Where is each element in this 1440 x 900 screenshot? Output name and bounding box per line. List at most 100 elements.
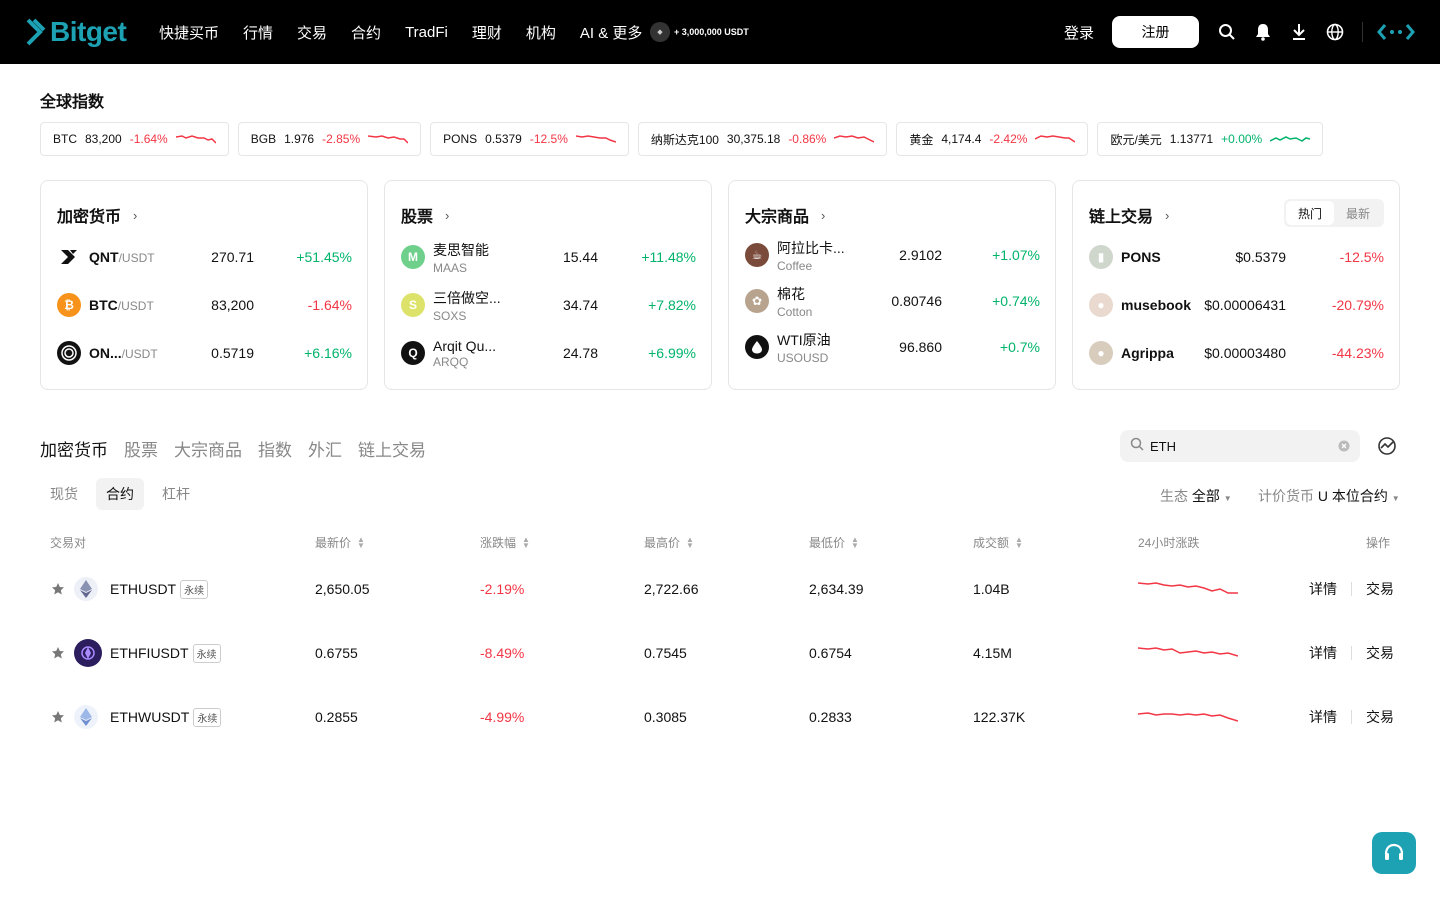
star-icon[interactable] (51, 685, 65, 749)
table-row[interactable]: ETHUSDT 永续 2,650.05 -2.19% 2,722.66 2,634… (40, 557, 1400, 621)
bitget-logo-icon (26, 18, 46, 46)
card-title[interactable]: 链上交易 › (1089, 203, 1169, 227)
trade-link[interactable]: 交易 (1366, 579, 1394, 599)
card-title[interactable]: 股票 › (401, 203, 449, 227)
search-input[interactable] (1150, 438, 1330, 454)
customer-support-button[interactable] (1372, 832, 1416, 874)
high: 2,722.66 (644, 581, 699, 597)
chart-mode-icon[interactable] (1377, 436, 1397, 461)
col-low[interactable]: 最低价 ▲ ▼ (809, 534, 859, 551)
ecosystem-filter[interactable]: 生态 全部 ▼ (1160, 486, 1232, 506)
list-item[interactable]: ON.../USDT 0.5719 +6.16% (57, 335, 352, 371)
list-item[interactable]: Q Arqit Qu... ARQQ 24.78 +6.99% (401, 335, 696, 371)
sort-icon: ▲ ▼ (851, 534, 859, 550)
list-item[interactable]: ● Agrippa $0.00003480 -44.23% (1089, 335, 1384, 371)
col-high[interactable]: 最高价 ▲ ▼ (644, 534, 694, 551)
sort-icon: ▲ ▼ (522, 534, 530, 550)
subtab-futures[interactable]: 合约 (96, 478, 144, 510)
nav-item-markets[interactable]: 行情 (243, 22, 273, 43)
clear-icon[interactable] (1338, 439, 1350, 457)
ondo-icon (57, 341, 81, 365)
trade-link[interactable]: 交易 (1366, 707, 1394, 727)
index-chip-nasdaq100[interactable]: 纳斯达克100 30,375.18 -0.86% (637, 122, 888, 156)
detail-link[interactable]: 详情 (1309, 707, 1337, 727)
high: 0.7545 (644, 645, 687, 661)
nav-item-tradfi[interactable]: TradFi (405, 24, 448, 41)
index-chip-btc[interactable]: BTC 83,200 -1.64% (40, 122, 229, 156)
tab-commodities[interactable]: 大宗商品 (174, 436, 242, 461)
index-chip-pons[interactable]: PONS 0.5379 -12.5% (430, 122, 629, 156)
last-price: 0.6755 (315, 645, 358, 661)
index-name: BGB (250, 132, 277, 146)
list-item[interactable]: S 三倍做空... SOXS 34.74 +7.82% (401, 287, 696, 323)
list-item[interactable]: QNT/USDT 270.71 +51.45% (57, 239, 352, 275)
login-link[interactable]: 登录 (1064, 22, 1094, 43)
change: +7.82% (648, 297, 696, 313)
nav-item-earn[interactable]: 理财 (472, 22, 502, 43)
card-title[interactable]: 大宗商品 › (745, 203, 825, 227)
tab-forex[interactable]: 外汇 (308, 436, 342, 461)
musebook-token-icon: ● (1089, 293, 1113, 317)
nav-item-quick-buy[interactable]: 快捷买币 (159, 22, 219, 43)
trade-link[interactable]: 交易 (1366, 643, 1394, 663)
index-price: 30,375.18 (726, 132, 781, 146)
star-icon[interactable] (51, 621, 65, 685)
card-title[interactable]: 加密货币 › (57, 203, 137, 227)
detail-link[interactable]: 详情 (1309, 579, 1337, 599)
tab-crypto[interactable]: 加密货币 (40, 436, 108, 461)
commodity-name: 阿拉比卡... (777, 239, 845, 256)
col-last-price[interactable]: 最新价 ▲ ▼ (315, 534, 365, 551)
list-item[interactable]: ▮ PONS $0.5379 -12.5% (1089, 239, 1384, 275)
table-row[interactable]: ETHFIUSDT 永续 0.6755 -8.49% 0.7545 0.6754 … (40, 621, 1400, 685)
ethw-icon (74, 685, 98, 749)
list-item[interactable]: ✿ 棉花 Cotton 0.80746 +0.74% (745, 283, 1040, 319)
volume: 4.15M (973, 645, 1012, 661)
index-chip-eurusd[interactable]: 欧元/美元 1.13771 +0.00% (1097, 122, 1324, 156)
change: -20.79% (1331, 297, 1384, 313)
list-item[interactable]: WTI原油 USOUSD 96.860 +0.7% (745, 329, 1040, 365)
nav-item-futures[interactable]: 合约 (351, 22, 381, 43)
download-icon[interactable] (1289, 22, 1309, 42)
tab-onchain[interactable]: 链上交易 (358, 436, 426, 461)
index-price: 1.976 (284, 132, 315, 146)
register-button[interactable]: 注册 (1112, 16, 1199, 48)
bell-icon[interactable] (1253, 22, 1273, 42)
promo-badge-icon: ◆ (650, 22, 670, 42)
price: 34.74 (562, 297, 598, 313)
bitget-logo[interactable]: Bitget (24, 16, 127, 48)
col-volume[interactable]: 成交额 ▲ ▼ (973, 534, 1023, 551)
filter-value: U 本位合约 (1317, 488, 1388, 504)
tab-new[interactable]: 最新 (1334, 201, 1382, 225)
list-item[interactable]: M 麦思智能 MAAS 15.44 +11.48% (401, 239, 696, 275)
index-chip-bgb[interactable]: BGB 1.976 -2.85% (237, 122, 422, 156)
index-change: -0.86% (788, 132, 827, 146)
detail-link[interactable]: 详情 (1309, 643, 1337, 663)
tab-indices[interactable]: 指数 (258, 436, 292, 461)
low: 0.2833 (809, 709, 852, 725)
star-icon[interactable] (51, 557, 65, 621)
globe-icon[interactable] (1325, 22, 1345, 42)
quote-currency-filter[interactable]: 计价货币 U 本位合约 ▼ (1258, 486, 1400, 506)
perpetual-tag: 永续 (192, 643, 221, 663)
nav-item-institutional[interactable]: 机构 (526, 22, 556, 43)
eth-icon (74, 557, 98, 621)
promo-banner[interactable]: ◆ + 3,000,000 USDT (650, 22, 749, 42)
tab-stocks[interactable]: 股票 (124, 436, 158, 461)
list-item[interactable]: ● musebook $0.00006431 -20.79% (1089, 287, 1384, 323)
nav-item-ai-more[interactable]: AI & 更多 (580, 22, 643, 43)
price: 2.9102 (899, 247, 942, 263)
subtab-margin[interactable]: 杠杆 (152, 478, 200, 510)
col-change[interactable]: 涨跌幅 ▲ ▼ (480, 534, 530, 551)
table-row[interactable]: ETHWUSDT 永续 0.2855 -4.99% 0.3085 0.2833 1… (40, 685, 1400, 749)
index-name: BTC (53, 132, 77, 146)
nav-item-trade[interactable]: 交易 (297, 22, 327, 43)
filter-label: 生态 (1160, 488, 1188, 504)
index-chip-gold[interactable]: 黄金 4,174.4 -2.42% (896, 122, 1089, 156)
bitget-wallet-icon[interactable] (1377, 22, 1415, 42)
list-item[interactable]: ₿ BTC/USDT 83,200 -1.64% (57, 287, 352, 323)
tab-hot[interactable]: 热门 (1286, 201, 1334, 225)
global-index-title: 全球指数 (40, 94, 105, 111)
search-icon[interactable] (1217, 22, 1237, 42)
subtab-spot[interactable]: 现货 (40, 478, 88, 510)
list-item[interactable]: ☕ 阿拉比卡... Coffee 2.9102 +1.07% (745, 237, 1040, 273)
